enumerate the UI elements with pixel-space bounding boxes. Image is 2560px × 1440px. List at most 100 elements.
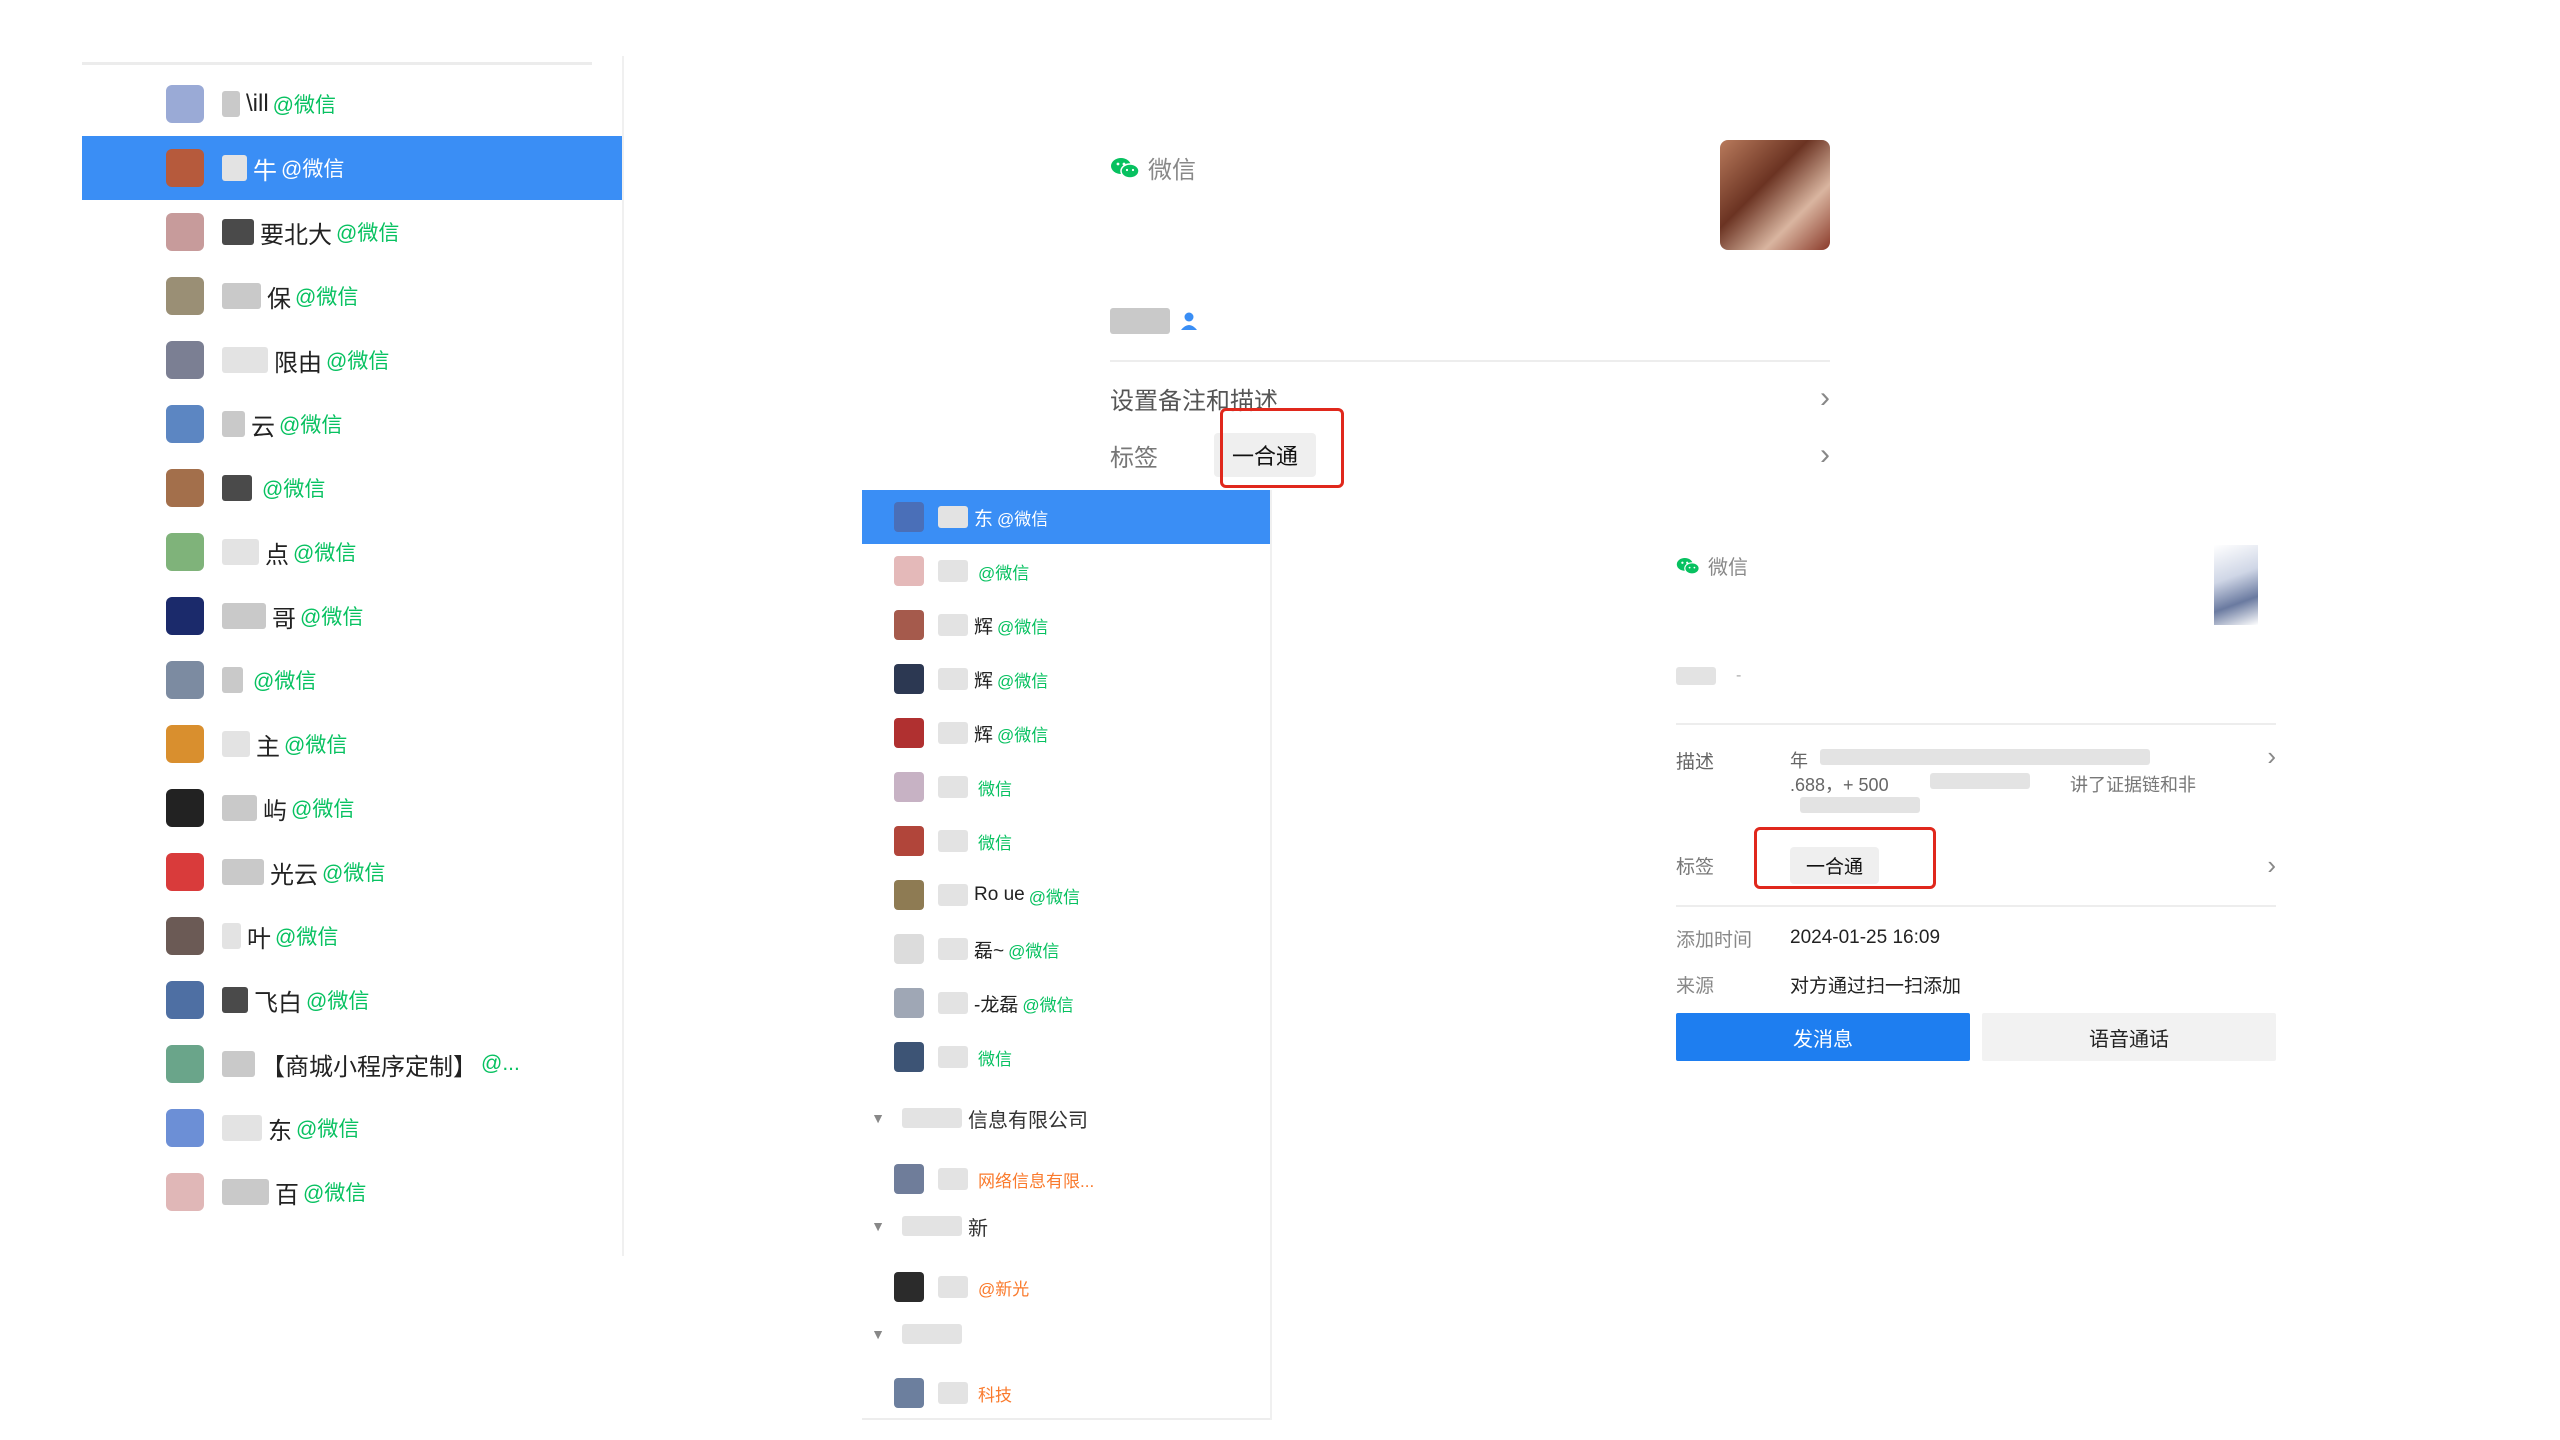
tag-row[interactable]: 标签 一合通 › bbox=[1110, 430, 1830, 480]
contact-source-suffix: @微信 bbox=[300, 606, 364, 629]
contact-name: 叶 bbox=[247, 925, 271, 953]
contact-list-item[interactable]: 屿 @微信 bbox=[82, 776, 622, 840]
contact-list-item[interactable]: 光云 @微信 bbox=[82, 840, 622, 904]
list-right-border bbox=[622, 56, 624, 1256]
contact-list-item[interactable]: -龙磊 @微信 bbox=[862, 976, 1270, 1030]
redacted-name bbox=[222, 731, 250, 757]
contact-list-item[interactable]: 辉 @微信 bbox=[862, 706, 1270, 760]
redacted-name bbox=[938, 1276, 968, 1298]
profile-avatar[interactable] bbox=[1720, 140, 1830, 250]
group-label: 新 bbox=[968, 1217, 988, 1240]
wechat-brand: 微信 bbox=[1676, 551, 1748, 580]
redacted-text bbox=[1930, 773, 2030, 789]
redacted-name bbox=[222, 923, 241, 949]
contact-source-suffix: @微信 bbox=[303, 1182, 367, 1205]
contact-list-item[interactable]: 辉 @微信 bbox=[862, 598, 1270, 652]
contact-list-item[interactable]: 【商城小程序定制】 @... bbox=[82, 1032, 622, 1096]
contact-list-item[interactable]: 要北大 @微信 bbox=[82, 200, 622, 264]
contact-source-suffix: @微信 bbox=[1008, 941, 1060, 961]
redacted-name bbox=[938, 668, 968, 690]
contact-name: 辉 bbox=[974, 616, 994, 638]
contact-source-suffix: @微信 bbox=[322, 862, 386, 885]
chevron-right-icon: › bbox=[2267, 741, 2276, 771]
redacted-name bbox=[222, 1179, 269, 1205]
redacted-name bbox=[222, 859, 264, 885]
contact-list-item[interactable]: 限由 @微信 bbox=[82, 328, 622, 392]
contact-list-item[interactable]: 微信 bbox=[862, 760, 1270, 814]
contact-list-item[interactable]: Ro ue @微信 bbox=[862, 868, 1270, 922]
avatar bbox=[894, 934, 924, 964]
redacted-name bbox=[222, 1051, 255, 1077]
redacted-name bbox=[222, 539, 259, 565]
contact-list-item[interactable]: 哥 @微信 bbox=[82, 584, 622, 648]
send-message-button[interactable]: 发消息 bbox=[1676, 1013, 1970, 1061]
contact-name: Ro ue bbox=[974, 884, 1025, 905]
list-top-divider bbox=[82, 62, 592, 65]
redacted-name bbox=[938, 884, 968, 906]
contact-list-item[interactable]: @微信 bbox=[82, 456, 622, 520]
redacted-name bbox=[222, 219, 254, 245]
contact-list-item[interactable]: 主 @微信 bbox=[82, 712, 622, 776]
contact-list-item[interactable]: 辉 @微信 bbox=[862, 652, 1270, 706]
contact-source-suffix: @微信 bbox=[978, 563, 1030, 583]
contact-list-item[interactable]: 飞白 @微信 bbox=[82, 968, 622, 1032]
contact-name: 牛 bbox=[253, 157, 277, 185]
contact-source-suffix: @微信 bbox=[279, 414, 343, 437]
collapse-triangle-icon[interactable]: ▼ bbox=[866, 1218, 890, 1234]
avatar bbox=[166, 341, 204, 379]
contact-group-header[interactable]: ▼ 信息有限公司 bbox=[862, 1098, 1088, 1138]
avatar bbox=[894, 880, 924, 910]
set-remark-row[interactable]: 设置备注和描述 › bbox=[1110, 378, 1830, 418]
contact-list-item[interactable]: 微信 bbox=[862, 814, 1270, 868]
redacted-name bbox=[222, 1115, 262, 1141]
contact-source-suffix: @微信 bbox=[997, 509, 1049, 529]
avatar bbox=[894, 556, 924, 586]
avatar bbox=[166, 469, 204, 507]
redacted-group-name bbox=[902, 1108, 962, 1128]
contact-list-item[interactable]: 科技 bbox=[862, 1366, 1270, 1420]
redacted-name bbox=[938, 830, 968, 852]
avatar bbox=[166, 725, 204, 763]
contact-list-item[interactable]: 云 @微信 bbox=[82, 392, 622, 456]
redacted-name bbox=[938, 1168, 968, 1190]
contact-source-suffix: @微信 bbox=[275, 926, 339, 949]
contact-group-header[interactable]: ▼ bbox=[862, 1314, 968, 1354]
contact-list-left: \ill @微信牛 @微信 要北大 @微信保 @微信 限由 @微信云 @微信 @微信点 @微信哥 @微… bbox=[82, 56, 624, 1256]
contact-source-suffix: 科技 bbox=[978, 1385, 1012, 1405]
redacted-name bbox=[1676, 667, 1716, 685]
contact-list-item[interactable]: 磊~ @微信 bbox=[862, 922, 1270, 976]
contact-list-item[interactable]: 微信 bbox=[862, 1030, 1270, 1084]
contact-list-item[interactable]: 牛 @微信 bbox=[82, 136, 622, 200]
contact-list-item[interactable]: \ill @微信 bbox=[82, 72, 622, 136]
contact-list-item[interactable]: 点 @微信 bbox=[82, 520, 622, 584]
highlight-box bbox=[1754, 827, 1936, 889]
contact-list-item[interactable]: 百 @微信 bbox=[82, 1160, 622, 1224]
added-time-row: 添加时间 2024-01-25 16:09 bbox=[1676, 923, 2276, 953]
contact-list-item[interactable]: 东 @微信 bbox=[862, 490, 1270, 544]
voice-call-button[interactable]: 语音通话 bbox=[1982, 1013, 2276, 1061]
profile-name: - bbox=[1676, 667, 1741, 685]
contact-list-item[interactable]: 保 @微信 bbox=[82, 264, 622, 328]
avatar bbox=[166, 85, 204, 123]
contact-list-middle: 东 @微信 @微信辉 @微信辉 @微信辉 @微信 微信 微信 Ro ue @微信 磊~ @微信 -龙磊 @… bbox=[862, 490, 1272, 1420]
redacted-name bbox=[938, 938, 968, 960]
contact-source-suffix: @微信 bbox=[293, 542, 357, 565]
contact-name: 辉 bbox=[974, 724, 994, 746]
contact-list-item[interactable]: @微信 bbox=[862, 544, 1270, 598]
profile-avatar[interactable] bbox=[2214, 545, 2258, 625]
contact-source-suffix: @微信 bbox=[295, 286, 359, 309]
collapse-triangle-icon[interactable]: ▼ bbox=[866, 1110, 890, 1126]
contact-list-item[interactable]: 叶 @微信 bbox=[82, 904, 622, 968]
contact-list-item[interactable]: 网络信息有限... bbox=[862, 1152, 1270, 1206]
collapse-triangle-icon[interactable]: ▼ bbox=[866, 1326, 890, 1342]
contact-name: 东 bbox=[974, 508, 994, 530]
contact-name: 屿 bbox=[263, 797, 287, 825]
contact-list-item[interactable]: 东 @微信 bbox=[82, 1096, 622, 1160]
contact-group-header[interactable]: ▼ 新 bbox=[862, 1206, 988, 1246]
contact-list-item[interactable]: @微信 bbox=[82, 648, 622, 712]
description-row[interactable]: 描述 年 .688，+ 500 讲了证据链和非 › bbox=[1676, 735, 2276, 825]
contact-source-suffix: @微信 bbox=[281, 158, 345, 181]
contact-list-item[interactable]: @新光 bbox=[862, 1260, 1270, 1314]
highlight-box bbox=[1220, 408, 1344, 488]
avatar bbox=[166, 1173, 204, 1211]
